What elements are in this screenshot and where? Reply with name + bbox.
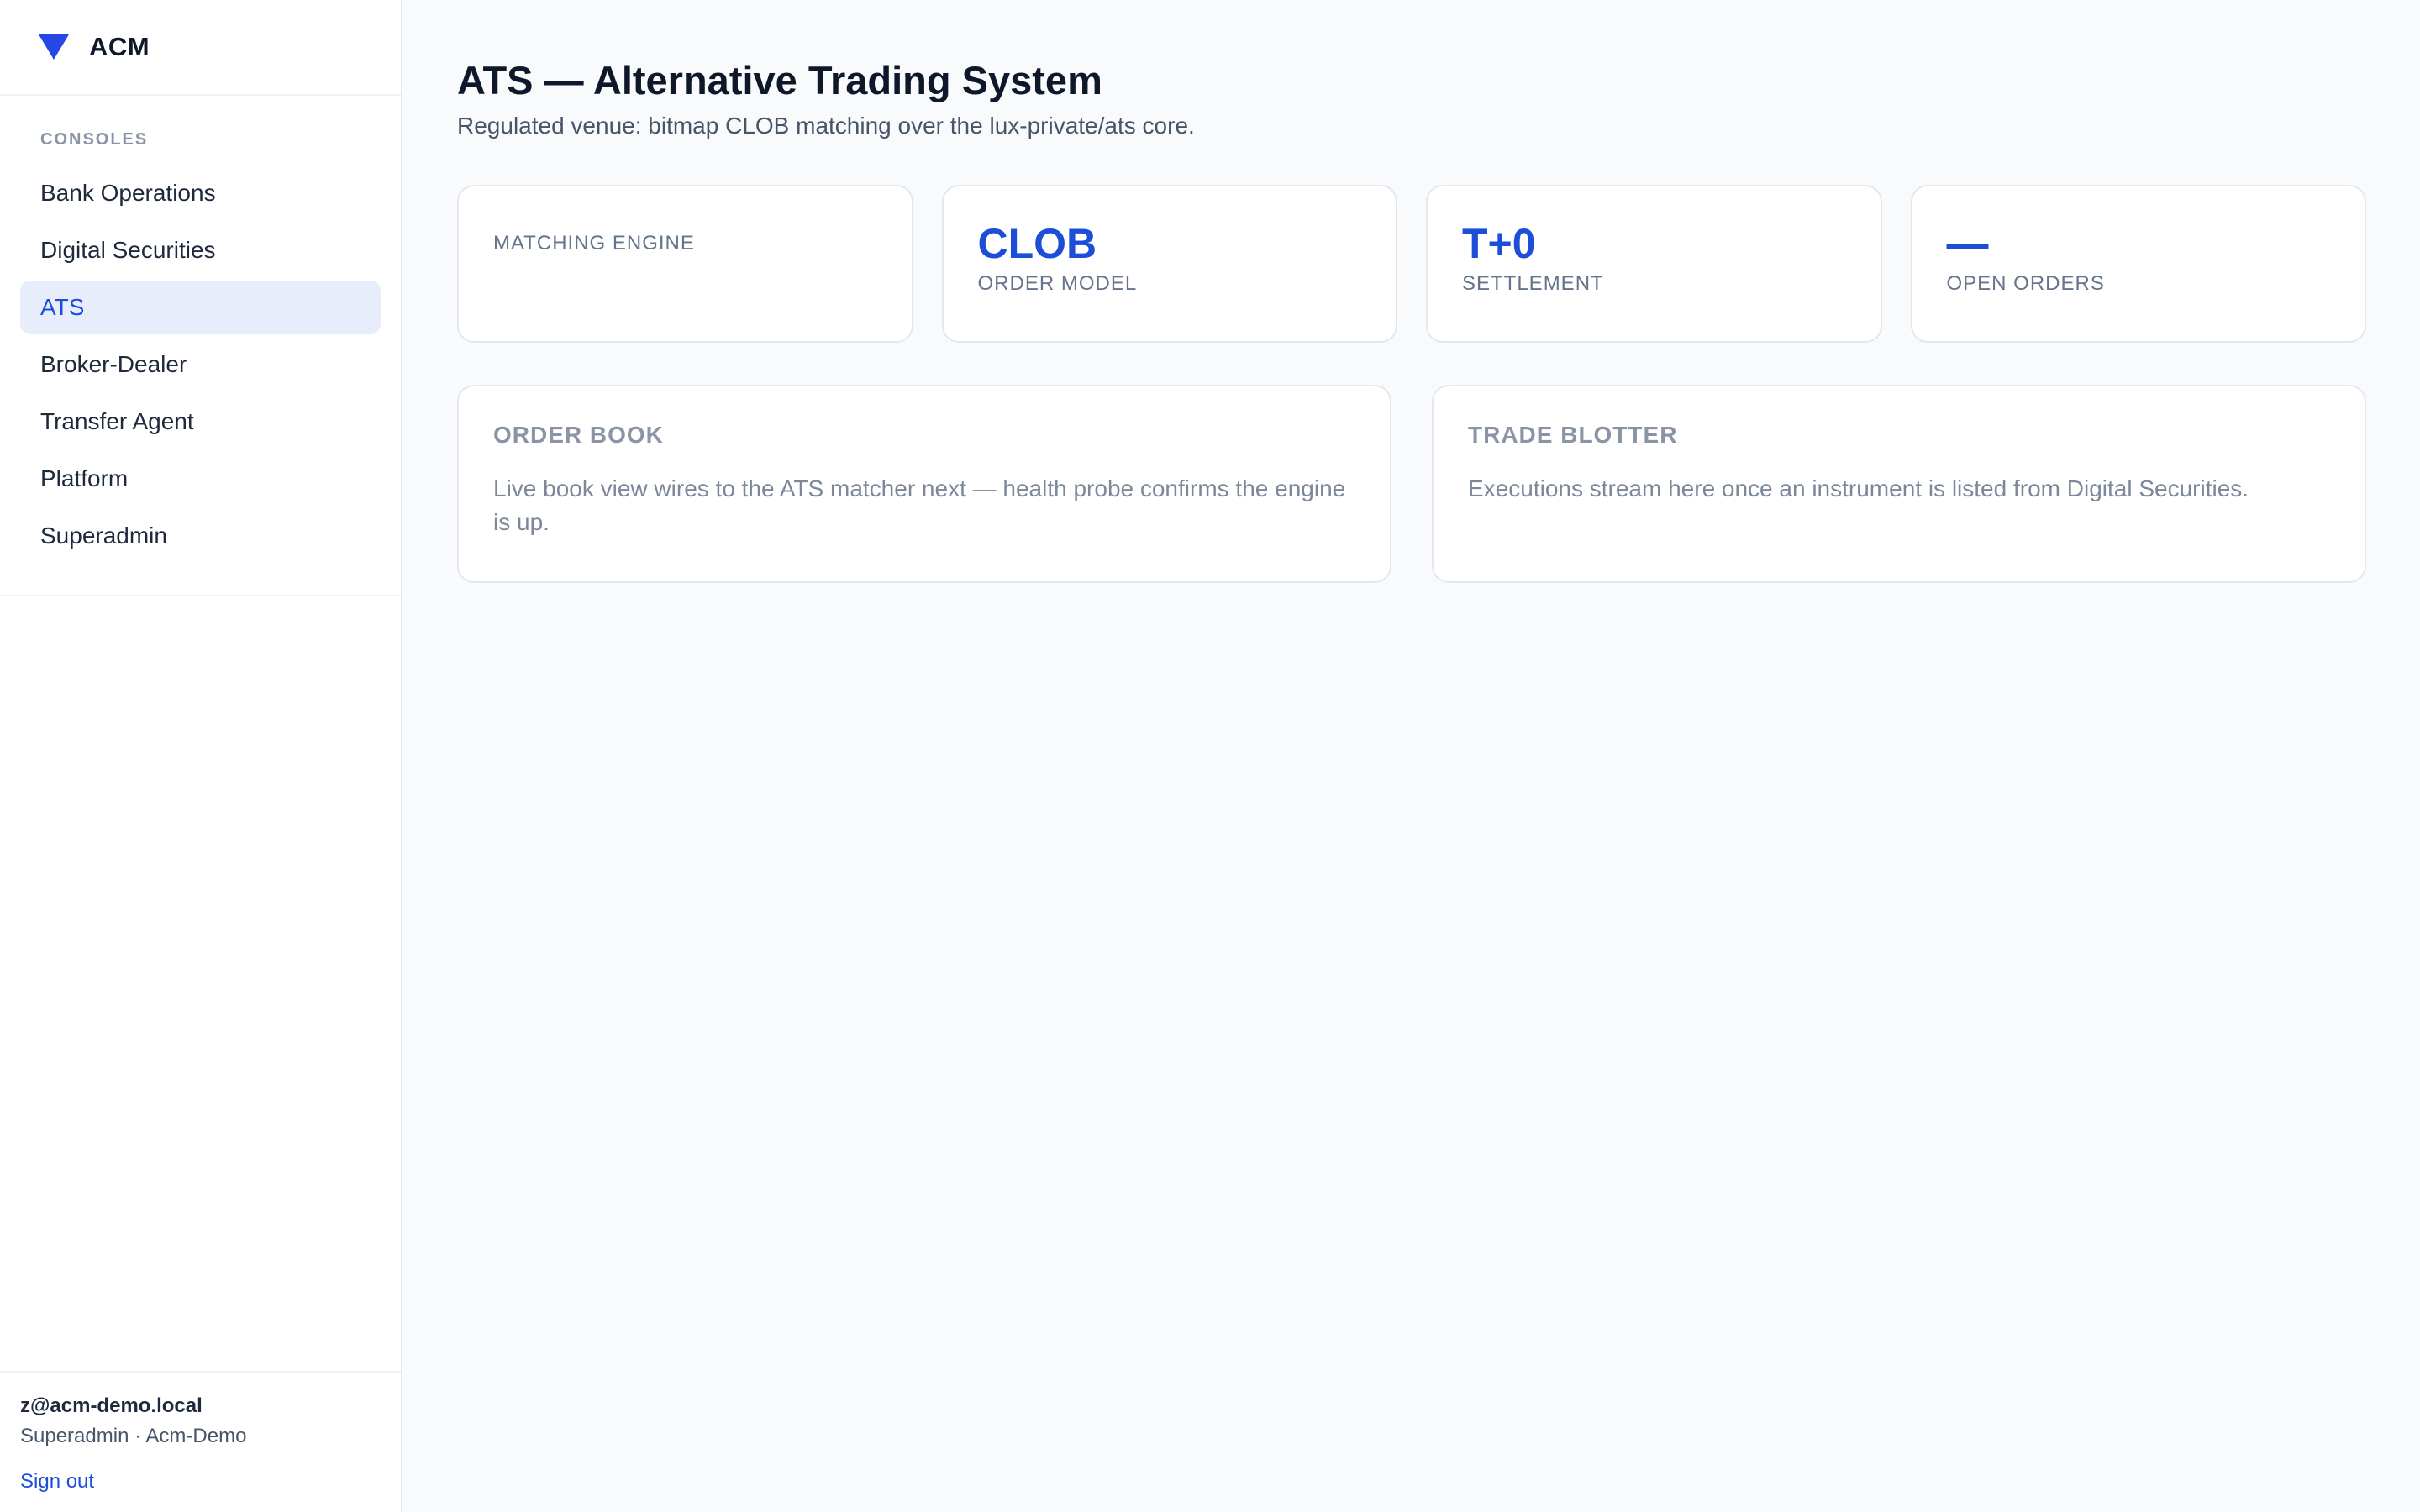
main-content: ATS — Alternative Trading System Regulat…	[402, 0, 2420, 1512]
sidebar-item-transfer-agent[interactable]: Transfer Agent	[20, 395, 381, 449]
stat-value: —	[1946, 220, 1989, 267]
nav-section-heading: CONSOLES	[40, 129, 149, 149]
consoles-nav: CONSOLES Bank Operations Digital Securit…	[0, 96, 401, 596]
sidebar-item-platform[interactable]: Platform	[20, 452, 381, 506]
page-title: ATS — Alternative Trading System	[457, 58, 1102, 102]
stat-label: ORDER MODEL	[977, 272, 1138, 295]
panel-title: TRADE BLOTTER	[1468, 422, 1678, 448]
panel-text: Executions stream here once an instrumen…	[1468, 475, 2249, 501]
sidebar-item-ats[interactable]: ATS	[20, 281, 381, 334]
sidebar-item-broker-dealer[interactable]: Broker-Dealer	[20, 338, 381, 391]
stat-label: SETTLEMENT	[1462, 272, 1604, 295]
brand-name: ACM	[89, 32, 150, 61]
panel-text: Live book view wires to the ATS matcher …	[493, 475, 1346, 535]
sidebar-item-digital-securities[interactable]: Digital Securities	[20, 223, 381, 277]
panels-row: ORDER BOOK Live book view wires to the A…	[457, 385, 2366, 583]
user-email: z@acm-demo.local	[20, 1394, 203, 1417]
panel-title: ORDER BOOK	[493, 422, 664, 448]
page-subtitle: Regulated venue: bitmap CLOB matching ov…	[457, 113, 1195, 139]
stat-card-matching-engine: MATCHING ENGINE	[457, 185, 913, 343]
stat-value: CLOB	[977, 220, 1097, 267]
stat-label: OPEN ORDERS	[1946, 272, 2105, 295]
brand[interactable]: ACM	[0, 0, 401, 96]
trade-blotter-panel: TRADE BLOTTER Executions stream here onc…	[1432, 385, 2366, 583]
stat-card-order-model: CLOB ORDER MODEL	[941, 185, 1397, 343]
order-book-panel: ORDER BOOK Live book view wires to the A…	[457, 385, 1392, 583]
stat-label: MATCHING ENGINE	[493, 232, 695, 255]
stat-value: T+0	[1462, 220, 1536, 267]
sidebar-item-bank-operations[interactable]: Bank Operations	[20, 166, 381, 220]
sidebar: ACM CONSOLES Bank Operations Digital Sec…	[0, 0, 402, 1512]
stat-card-settlement: T+0 SETTLEMENT	[1426, 185, 1882, 343]
stats-row: MATCHING ENGINE CLOB ORDER MODEL T+0 SET…	[457, 185, 2366, 343]
stat-card-open-orders: — OPEN ORDERS	[1910, 185, 2366, 343]
nav-list: Bank Operations Digital Securities ATS B…	[20, 166, 381, 563]
sidebar-item-superadmin[interactable]: Superadmin	[20, 509, 381, 563]
user-block: z@acm-demo.local Superadmin · Acm-Demo S…	[0, 1371, 401, 1512]
app-shell: ACM CONSOLES Bank Operations Digital Sec…	[0, 0, 2420, 1512]
sign-out-link[interactable]: Sign out	[20, 1470, 94, 1494]
user-role: Superadmin · Acm-Demo	[20, 1425, 247, 1447]
triangle-down-icon	[39, 34, 69, 60]
